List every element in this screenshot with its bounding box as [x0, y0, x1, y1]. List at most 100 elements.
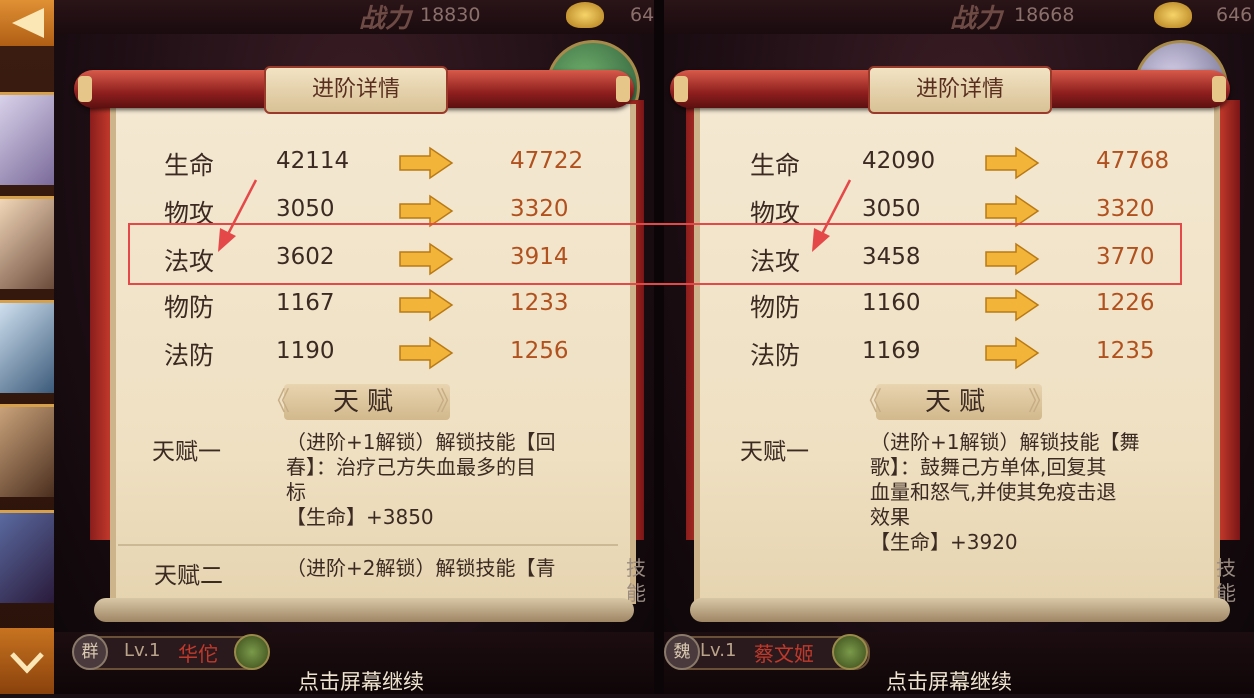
stat-from: 3050	[276, 196, 335, 222]
stat-name: 法攻	[750, 247, 801, 276]
top-bar: 战力 18668 646	[664, 0, 1254, 34]
stat-row-pdef: 物防 1160 1226	[750, 288, 1170, 328]
hero-name: 蔡文姬	[754, 642, 814, 666]
hero-thumb-1[interactable]	[0, 92, 54, 185]
arrow-right-icon	[399, 242, 454, 276]
hero-level: Lv.1	[700, 640, 737, 661]
scroll-down-button[interactable]	[0, 628, 54, 694]
arrow-right-icon	[399, 146, 454, 180]
arrow-right-icon	[399, 288, 454, 322]
stat-name: 物攻	[164, 199, 215, 228]
tap-to-continue[interactable]: 点击屏幕继续	[886, 666, 1012, 694]
faction-badge: 群	[72, 634, 108, 670]
talent-divider	[118, 544, 618, 546]
gold-value: 646	[1216, 4, 1253, 26]
stat-to: 3914	[510, 244, 569, 270]
stat-row-mdef: 法防 1169 1235	[750, 336, 1170, 376]
scroll-bottom-rod	[94, 598, 634, 622]
gold-ingot-icon	[1154, 2, 1192, 28]
stat-from: 3050	[862, 196, 921, 222]
talent-header: 天赋	[264, 384, 470, 420]
hero-level: Lv.1	[124, 640, 161, 661]
talent1-name: 天赋一	[152, 439, 221, 465]
stat-to: 1233	[510, 290, 569, 316]
arrow-right-icon	[985, 242, 1040, 276]
stat-to: 47768	[1096, 148, 1170, 174]
stat-from: 42114	[276, 148, 350, 174]
hero-thumb-3[interactable]	[0, 300, 54, 393]
stat-from: 1190	[276, 338, 335, 364]
talent1-desc-line: 标	[286, 480, 306, 504]
stat-name: 生命	[750, 151, 801, 180]
talent2-desc: （进阶+2解锁）解锁技能【青	[286, 556, 556, 580]
stat-to: 3770	[1096, 244, 1155, 270]
stat-name: 生命	[164, 151, 215, 180]
stat-to: 1256	[510, 338, 569, 364]
image-divider	[654, 0, 664, 694]
stat-name: 物防	[164, 293, 215, 322]
scroll-bottom-rod	[690, 598, 1230, 622]
stat-row-mdef: 法防 1190 1256	[164, 336, 584, 376]
panel-title: 进阶详情	[264, 66, 448, 114]
stat-name: 物攻	[750, 199, 801, 228]
gold-ingot-icon	[566, 2, 604, 28]
hero-name: 华佗	[178, 642, 218, 666]
stat-to: 1235	[1096, 338, 1155, 364]
top-bar: 战力 18830 646	[54, 0, 654, 34]
talent1-desc-line: （进阶+1解锁）解锁技能【回	[286, 430, 556, 454]
power-label: 战力	[359, 4, 412, 34]
stat-from: 3602	[276, 244, 335, 270]
talent1-name: 天赋一	[740, 439, 809, 465]
stat-from: 3458	[862, 244, 921, 270]
tap-to-continue[interactable]: 点击屏幕继续	[298, 666, 424, 694]
arrow-right-icon	[985, 288, 1040, 322]
talent1-desc-line: 歌】：鼓舞己方单体,回复其	[870, 455, 1107, 479]
talent2-name: 天赋二	[154, 563, 223, 589]
stat-to: 1226	[1096, 290, 1155, 316]
stat-name: 法防	[164, 341, 215, 370]
talent1-desc: （进阶+1解锁）解锁技能【舞 歌】：鼓舞己方单体,回复其 血量和怒气,并使其免疫…	[870, 430, 1200, 555]
talent1-desc-line: 春】：治疗己方失血最多的目	[286, 455, 536, 479]
talent1-desc-line: 效果	[870, 505, 910, 529]
leaf-icon	[832, 634, 868, 670]
power-value: 18668	[1014, 4, 1075, 26]
talent1-desc-line: 【生命】+3920	[870, 530, 1018, 554]
gold-value: 646	[630, 4, 654, 26]
talent-header: 天赋	[856, 384, 1062, 420]
stat-name: 法攻	[164, 247, 215, 276]
side-peek-text: 技能	[626, 556, 646, 605]
hero-thumb-4[interactable]	[0, 404, 54, 497]
arrow-right-icon	[985, 146, 1040, 180]
panel-title: 进阶详情	[868, 66, 1052, 114]
stat-from: 1160	[862, 290, 921, 316]
annotation-arrow-icon	[218, 179, 258, 252]
advance-panel-right[interactable]: 战力 18668 646 进阶详情 生命 42090 47768 物攻 3050…	[664, 0, 1254, 694]
power-label: 战力	[950, 4, 1003, 34]
annotation-arrow-icon	[812, 179, 852, 252]
hero-sidebar	[0, 0, 54, 694]
talent1-desc-line: 血量和怒气,并使其免疫击退	[870, 480, 1117, 504]
back-arrow-icon	[12, 8, 44, 38]
stat-from: 42090	[862, 148, 936, 174]
stat-row-pdef: 物防 1167 1233	[164, 288, 584, 328]
stat-to: 3320	[510, 196, 569, 222]
power-value: 18830	[420, 4, 481, 26]
stat-to: 3320	[1096, 196, 1155, 222]
arrow-right-icon	[985, 336, 1040, 370]
talent1-desc-line: 【生命】+3850	[286, 505, 434, 529]
hero-thumb-5[interactable]	[0, 510, 54, 603]
stat-name: 物防	[750, 293, 801, 322]
chevron-down-icon	[10, 652, 44, 674]
arrow-right-icon	[985, 194, 1040, 228]
stat-from: 1169	[862, 338, 921, 364]
hero-thumb-2[interactable]	[0, 196, 54, 289]
stat-from: 1167	[276, 290, 335, 316]
stat-to: 47722	[510, 148, 584, 174]
back-button[interactable]	[0, 0, 54, 46]
faction-badge: 魏	[664, 634, 700, 670]
advance-panel-left[interactable]: 战力 18830 646 进阶详情 生命 42114 47722 物攻 3050…	[54, 0, 654, 694]
stat-name: 法防	[750, 341, 801, 370]
talent1-desc-line: （进阶+1解锁）解锁技能【舞	[870, 430, 1140, 454]
arrow-right-icon	[399, 336, 454, 370]
leaf-icon	[234, 634, 270, 670]
